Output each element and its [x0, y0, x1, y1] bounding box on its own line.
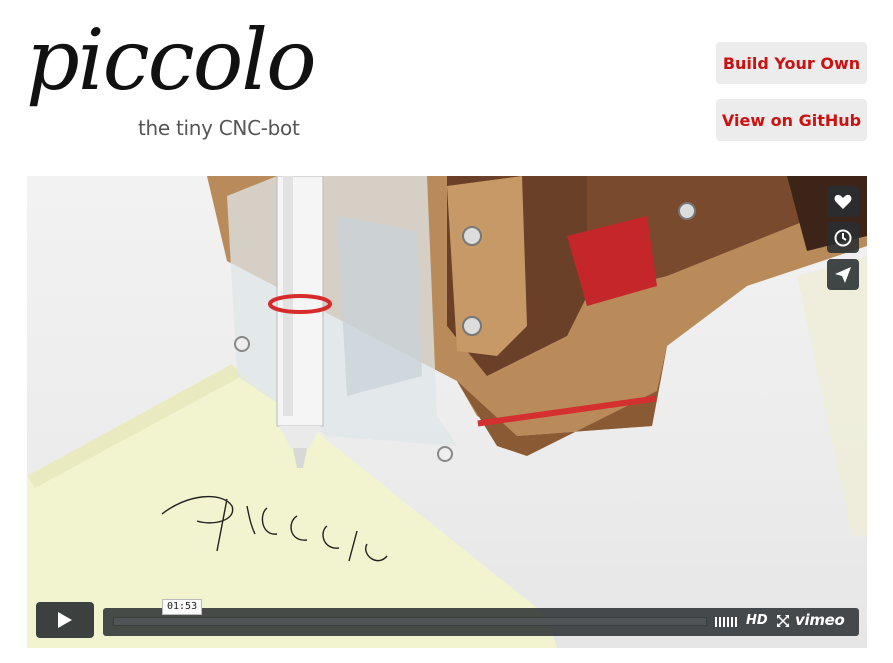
- play-icon: [58, 612, 72, 628]
- logo-tagline: the tiny CNC-bot: [138, 116, 300, 140]
- fullscreen-icon[interactable]: [777, 615, 789, 627]
- site-logo[interactable]: piccolo the tiny CNC-bot: [26, 18, 317, 144]
- send-icon: [835, 266, 851, 283]
- video-player[interactable]: 01:53 HD vimeo: [27, 176, 867, 648]
- vimeo-logo[interactable]: vimeo: [795, 611, 845, 629]
- watch-later-button[interactable]: [827, 222, 859, 253]
- view-on-github-button[interactable]: View on GitHub: [716, 99, 867, 141]
- like-button[interactable]: [827, 186, 859, 217]
- heart-icon: [834, 194, 852, 209]
- build-your-own-button[interactable]: Build Your Own: [716, 42, 867, 84]
- progress-bar: 01:53 HD vimeo: [103, 599, 859, 636]
- player-controls: 01:53 HD vimeo: [36, 599, 859, 638]
- time-tooltip: 01:53: [162, 599, 203, 615]
- play-button[interactable]: [36, 602, 94, 638]
- volume-icon[interactable]: [715, 617, 737, 627]
- logo-wordmark: piccolo: [26, 11, 317, 109]
- clock-icon: [834, 229, 852, 246]
- video-frame-image: [27, 176, 867, 648]
- hd-toggle[interactable]: HD: [746, 613, 768, 628]
- share-button[interactable]: [827, 259, 859, 290]
- progress-track[interactable]: [113, 617, 707, 626]
